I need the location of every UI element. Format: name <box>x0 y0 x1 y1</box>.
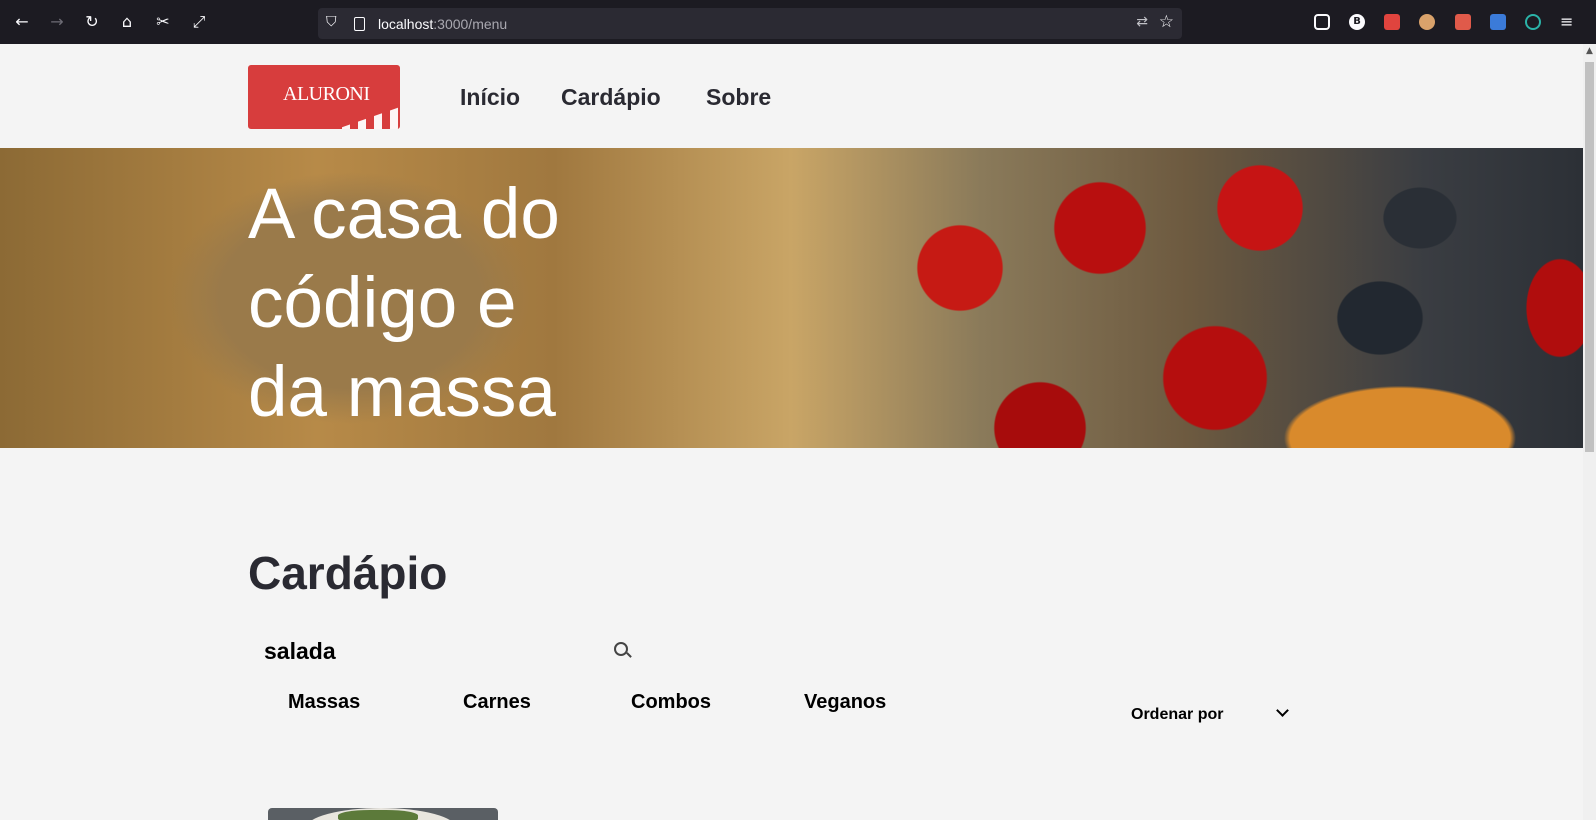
sort-dropdown[interactable]: Ordenar por <box>1131 706 1223 724</box>
scrollbar-thumb[interactable] <box>1585 62 1594 452</box>
extension-red-icon[interactable] <box>1384 14 1400 30</box>
search-input[interactable]: salada <box>248 630 648 678</box>
aluroni-logo[interactable]: ALURONI <box>248 65 400 129</box>
reload-icon[interactable]: ↻ <box>82 12 102 32</box>
scroll-up-arrow-icon[interactable]: ▲ <box>1583 44 1596 58</box>
filter-veganos[interactable]: Veganos <box>804 691 886 714</box>
home-icon[interactable]: ⌂ <box>117 12 137 32</box>
chevron-down-icon[interactable] <box>1276 704 1289 717</box>
screenshot-icon[interactable]: ✂ <box>153 12 173 32</box>
extension-translate-icon[interactable] <box>1490 14 1506 30</box>
page-scrollbar[interactable]: ▲ <box>1583 44 1596 820</box>
nav-link-sobre[interactable]: Sobre <box>706 84 771 111</box>
fullscreen-icon[interactable]: ⤢ <box>189 12 209 32</box>
back-arrow-icon[interactable]: ← <box>12 12 32 32</box>
dish-card-image[interactable] <box>268 808 498 820</box>
forward-arrow-icon[interactable]: → <box>47 12 67 32</box>
page-icon <box>354 17 365 31</box>
hamburger-menu-icon[interactable]: ≡ <box>1560 12 1573 31</box>
nav-link-cardapio[interactable]: Cardápio <box>561 84 661 111</box>
address-bar[interactable]: ⛉ localhost:3000/menu ⇄ ☆ <box>318 8 1182 39</box>
translate-icon[interactable]: ⇄ <box>1136 14 1148 30</box>
filter-massas[interactable]: Massas <box>288 691 360 714</box>
filter-combos[interactable]: Combos <box>631 691 711 714</box>
hero-title: A casa do código e da massa <box>248 175 560 432</box>
hero-banner <box>0 148 1583 448</box>
bookmark-star-icon[interactable]: ☆ <box>1159 12 1174 32</box>
browser-toolbar: ← → ↻ ⌂ ✂ ⤢ ⛉ localhost:3000/menu ⇄ ☆ B … <box>0 0 1596 44</box>
checkered-pattern <box>337 107 400 129</box>
salad-greens <box>338 810 418 820</box>
extension-nodes-icon[interactable] <box>1525 14 1541 30</box>
pocket-icon[interactable] <box>1314 14 1330 30</box>
search-value[interactable]: salada <box>264 638 336 665</box>
nav-link-inicio[interactable]: Início <box>460 84 520 111</box>
site-header: ALURONI Início Cardápio Sobre <box>0 44 1583 148</box>
menu-title: Cardápio <box>248 547 448 599</box>
url-text[interactable]: localhost:3000/menu <box>378 16 507 32</box>
logo-text: ALURONI <box>283 83 370 105</box>
search-icon <box>614 642 628 656</box>
tracking-shield-icon[interactable]: ⛉ <box>326 14 342 32</box>
extension-pdf-icon[interactable] <box>1455 14 1471 30</box>
extension-b-icon[interactable]: B <box>1349 14 1365 30</box>
filter-carnes[interactable]: Carnes <box>463 691 531 714</box>
extension-face-icon[interactable] <box>1419 14 1435 30</box>
